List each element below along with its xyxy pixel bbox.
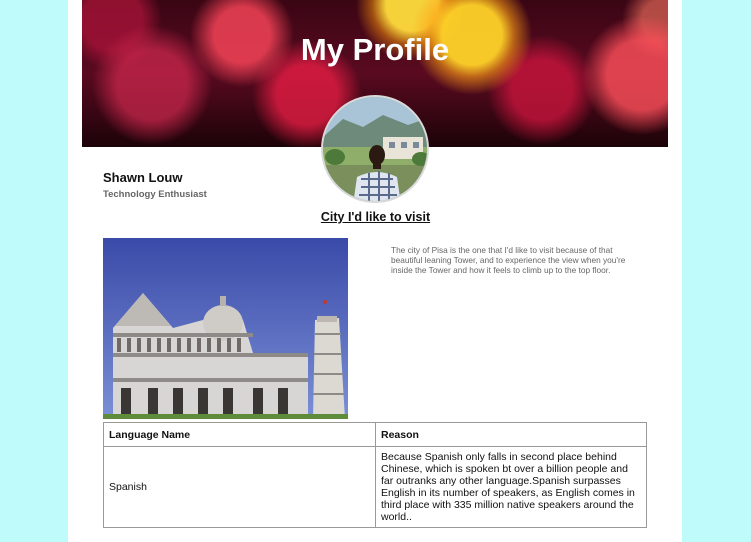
- city-description: The city of Pisa is the one that I'd lik…: [391, 245, 626, 275]
- profile-name: Shawn Louw: [103, 170, 183, 185]
- table-header-reason: Reason: [375, 422, 647, 447]
- page-title: My Profile: [300, 32, 450, 67]
- profile-info: Shawn Louw Technology Enthusiast: [103, 170, 207, 200]
- language-reason-cell: Because Spanish only falls in second pla…: [375, 446, 647, 528]
- profile-subtitle: Technology Enthusiast: [103, 189, 207, 200]
- language-name-cell: Spanish: [103, 446, 376, 528]
- pisa-photo: [103, 238, 348, 419]
- profile-photo: [323, 97, 427, 201]
- table-header-row: Language Name Reason: [103, 422, 647, 447]
- city-heading: City I'd like to visit: [320, 210, 431, 224]
- language-table: Language Name Reason Spanish Because Spa…: [103, 422, 647, 528]
- table-header-language: Language Name: [103, 422, 376, 447]
- table-row: Spanish Because Spanish only falls in se…: [103, 446, 647, 528]
- avatar: [321, 95, 429, 203]
- pisa-image: [103, 238, 348, 419]
